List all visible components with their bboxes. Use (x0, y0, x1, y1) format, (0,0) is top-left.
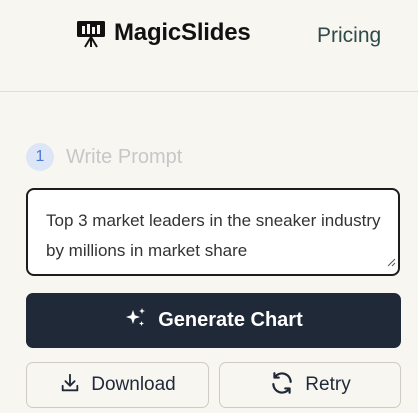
nav-pricing-link[interactable]: Pricing (317, 24, 381, 48)
download-label: Download (91, 374, 176, 395)
refresh-icon (269, 370, 295, 401)
step-label: Write Prompt (66, 145, 183, 168)
presentation-board-icon (76, 18, 106, 48)
step-header: 1 Write Prompt (26, 143, 182, 171)
retry-label: Retry (305, 374, 351, 395)
retry-button[interactable]: Retry (219, 362, 401, 408)
generate-chart-button[interactable]: Generate Chart (26, 293, 401, 348)
generate-chart-label: Generate Chart (158, 309, 303, 331)
download-button[interactable]: Download (26, 362, 209, 408)
brand-name: MagicSlides (114, 19, 251, 46)
step-number-badge: 1 (26, 143, 54, 171)
prompt-textarea[interactable]: Top 3 market leaders in the sneaker indu… (26, 188, 400, 276)
sparkles-icon (124, 306, 148, 335)
resize-grip-icon[interactable] (386, 254, 396, 272)
top-navbar: MagicSlides Pricing (0, 0, 418, 92)
brand-logo-link[interactable]: MagicSlides (76, 18, 251, 48)
download-icon (59, 372, 81, 399)
prompt-text[interactable]: Top 3 market leaders in the sneaker indu… (46, 206, 384, 266)
